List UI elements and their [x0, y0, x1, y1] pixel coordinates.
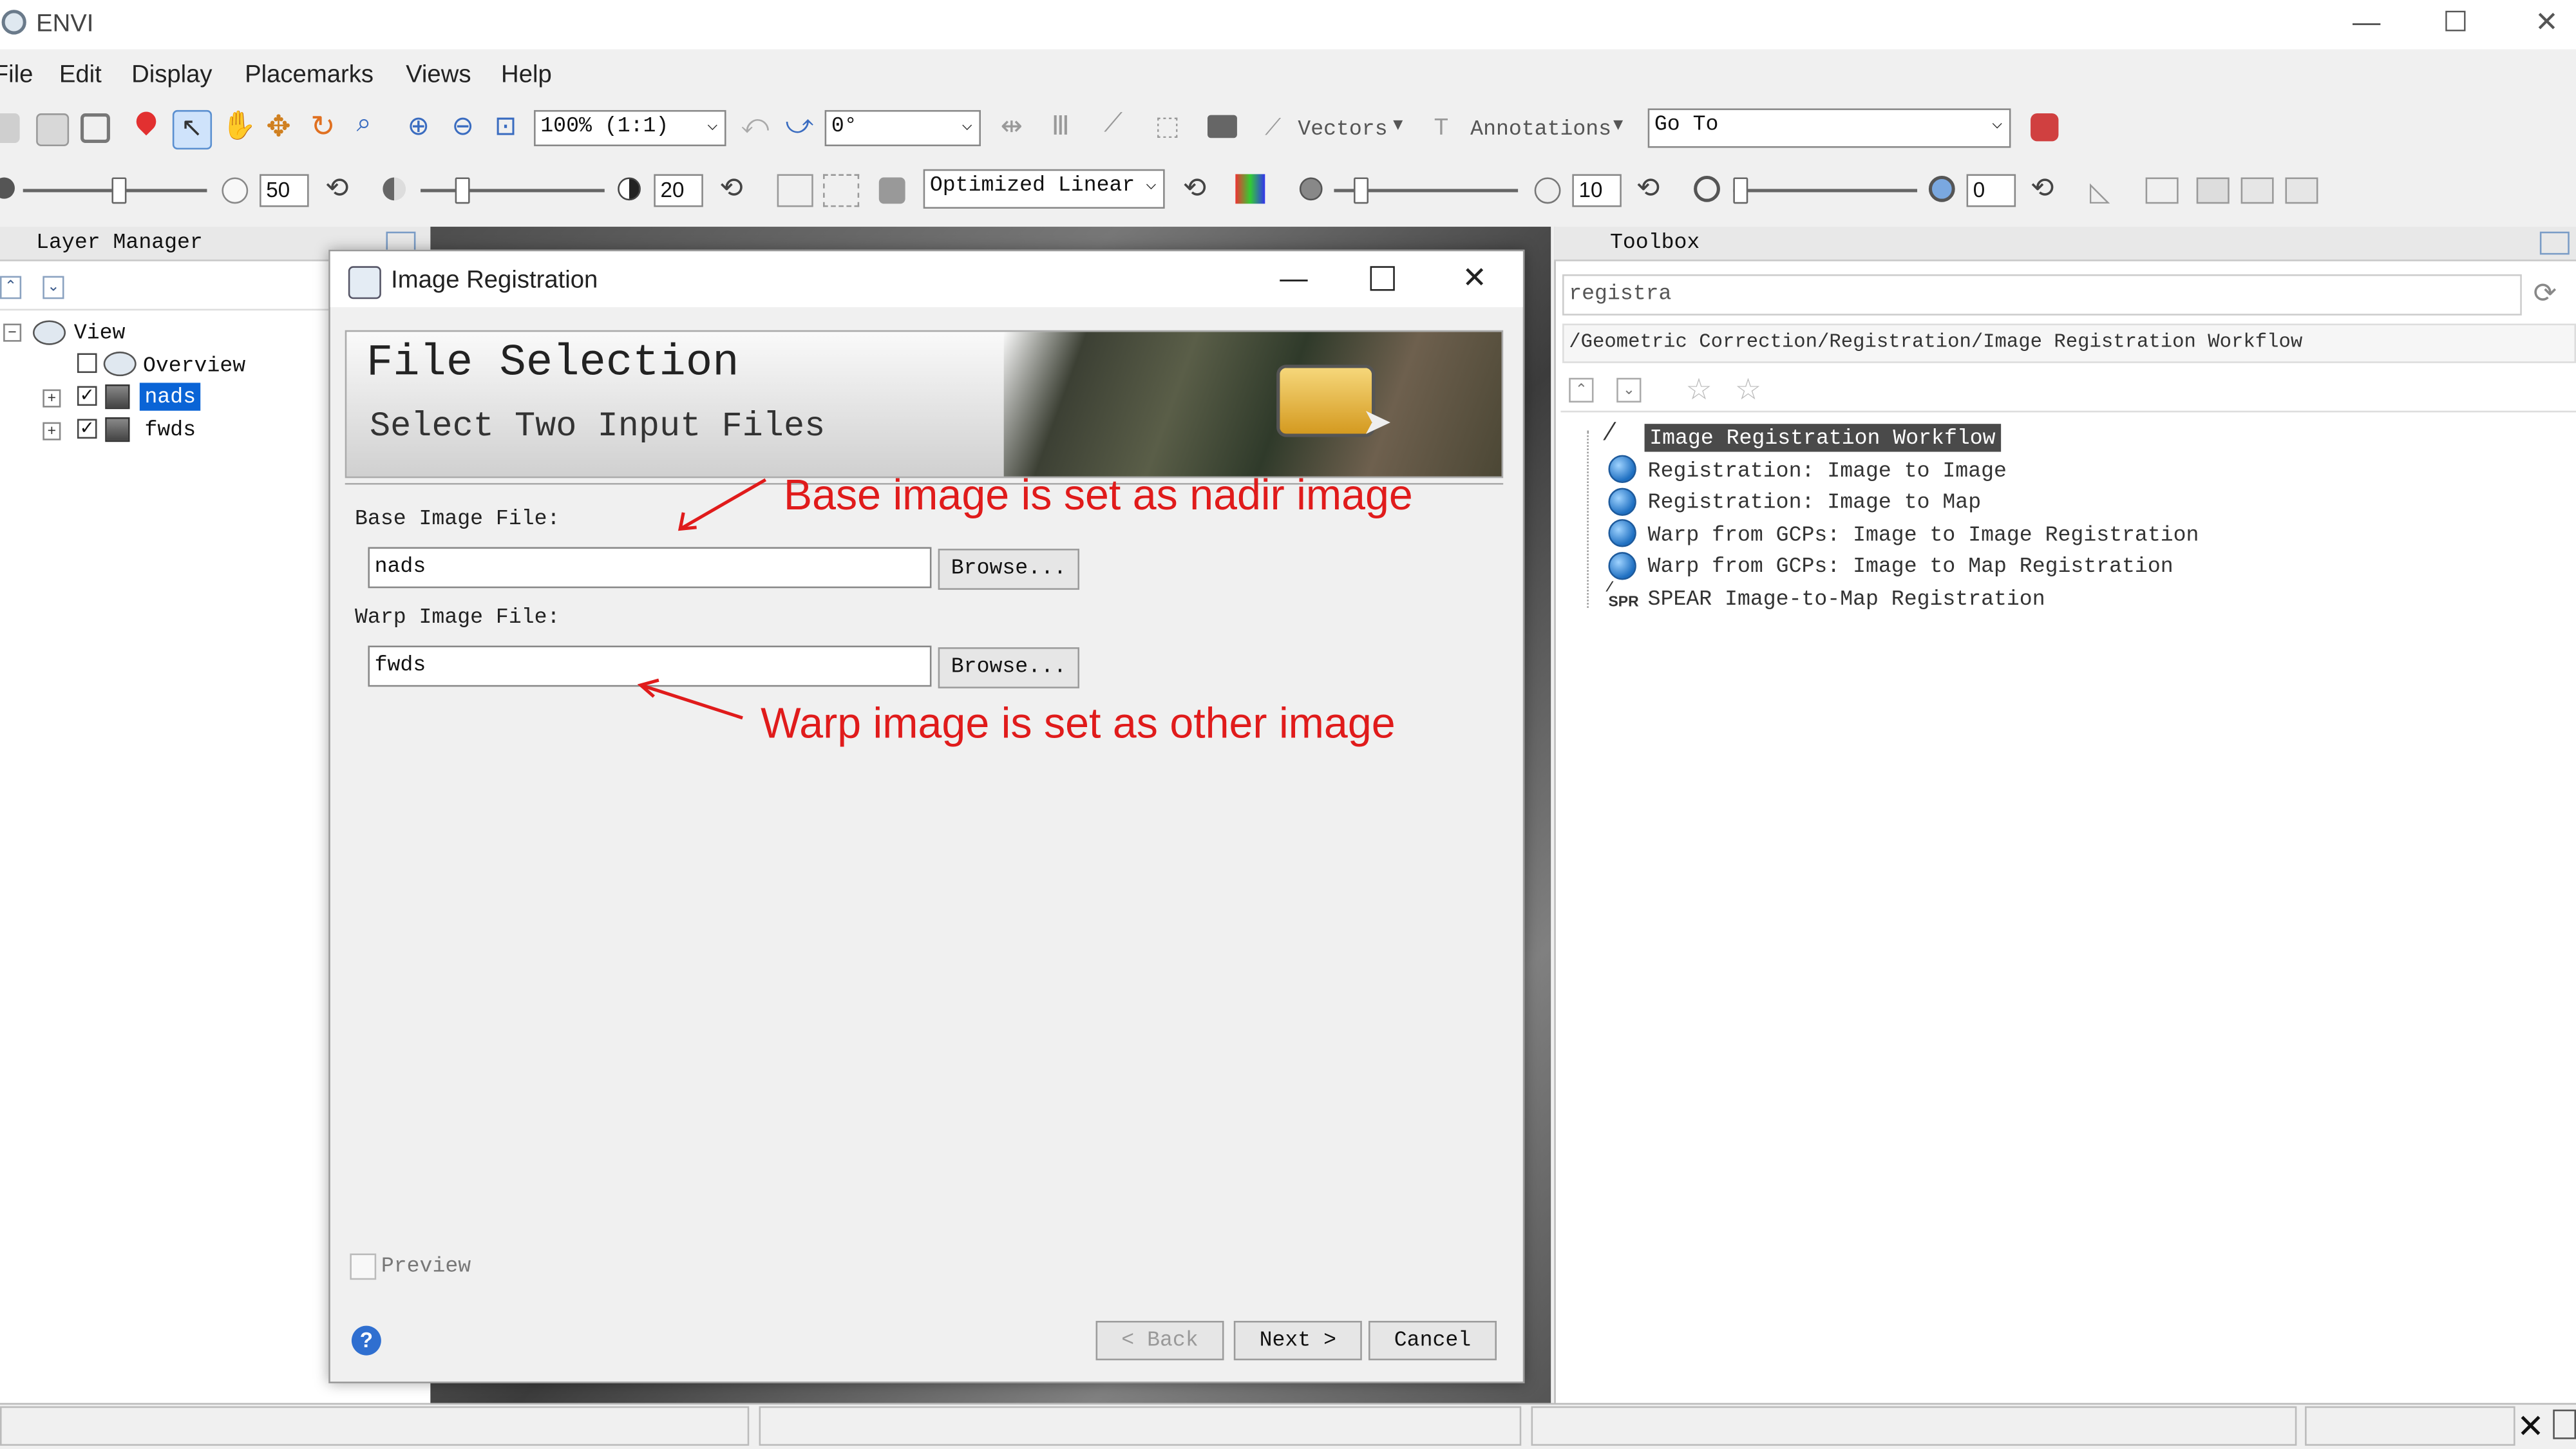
warp-image-annotation: Warp image is set as other image	[761, 698, 1396, 748]
base-image-annotation: Base image is set as nadir image	[783, 469, 1413, 520]
